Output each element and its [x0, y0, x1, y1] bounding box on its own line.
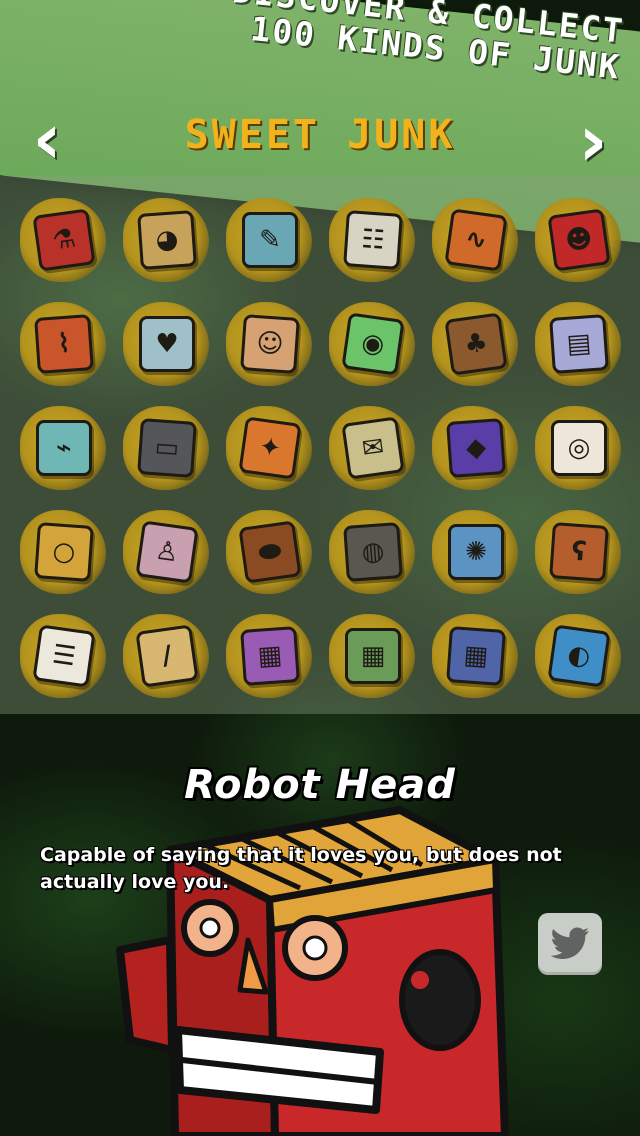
prev-category-button[interactable]: ‹ [24, 104, 70, 174]
green-notebook-icon: ▦ [345, 628, 401, 684]
junk-slot[interactable]: ✉ [323, 400, 421, 498]
toy-gun-icon: ✦ [238, 416, 302, 480]
chevron-left-icon: ‹ [32, 98, 62, 180]
human-face-icon: ☺ [240, 314, 300, 374]
splat-icon: ✺ [448, 524, 504, 580]
junk-slot[interactable]: ○ [14, 504, 112, 602]
junk-slot[interactable]: ◉ [323, 296, 421, 394]
purple-notebook-icon: ▦ [240, 626, 300, 686]
junk-slot[interactable]: ʕ [529, 504, 627, 602]
robot-leg-icon: ⌇ [34, 314, 94, 374]
junk-slot[interactable]: ◐ [529, 608, 627, 706]
junk-slot[interactable]: ⌇ [14, 296, 112, 394]
junk-slot[interactable]: ♥ [117, 296, 215, 394]
category-title: SWEET JUNK [184, 112, 456, 158]
junk-slot[interactable]: ▦ [323, 608, 421, 706]
act-card-icon: ✎ [242, 212, 298, 268]
junk-slot[interactable]: ✺ [426, 504, 524, 602]
frying-pan-icon: ◍ [343, 522, 403, 582]
twitter-bird-icon [550, 927, 589, 959]
blue-notebook-icon: ▦ [446, 626, 506, 686]
junk-slot[interactable]: ∿ [426, 192, 524, 290]
bigfoot-icon: ♣ [444, 312, 508, 376]
item-title: Robot Head [184, 762, 456, 808]
note-card-icon: ☰ [32, 624, 96, 688]
alien-head-icon: ◉ [341, 312, 405, 376]
junk-slot[interactable]: ▭ [117, 400, 215, 498]
junk-grid-panel: ⚗ ◕ ✎ ☷ ∿ ☻ ⌇ ♥ ☺ ◉ ♣ ▤ ⌁ ▭ ✦ ✉ ◆ ◎ ○ ♙ ⬬ ◍ ✺ ʕ ☰ / ▦ ▦ ▦ ◐ [0, 176, 640, 714]
junk-slot[interactable]: ◍ [323, 504, 421, 602]
eyeball-icon: ◎ [551, 420, 607, 476]
junk-slot[interactable]: ▦ [220, 608, 318, 706]
gold-ring-icon: ○ [34, 522, 94, 582]
junk-slot[interactable]: ♙ [117, 504, 215, 602]
junk-slot[interactable]: ✦ [220, 400, 318, 498]
junk-slot[interactable]: ✎ [220, 192, 318, 290]
anatomical-heart-icon: ♥ [139, 316, 195, 372]
junk-slot[interactable]: ▦ [426, 608, 524, 706]
cracked-screen-icon: ⌁ [36, 420, 92, 476]
robot-head-icon: ☻ [547, 208, 611, 272]
junk-slot[interactable]: ⬬ [220, 504, 318, 602]
junk-slot[interactable]: ◎ [529, 400, 627, 498]
junk-slot[interactable]: ☺ [220, 296, 318, 394]
purple-gem-icon: ◆ [446, 418, 506, 478]
usb-stick-icon: ▭ [137, 418, 197, 478]
treasure-map-icon: ✉ [341, 416, 405, 480]
magazine-icon: ☷ [343, 210, 403, 270]
junk-slot[interactable]: ▤ [529, 296, 627, 394]
junk-slot[interactable]: ♣ [426, 296, 524, 394]
junk-slot[interactable]: / [117, 608, 215, 706]
share-twitter-button[interactable] [538, 913, 602, 975]
teddy-bear-icon: ʕ [549, 522, 609, 582]
junk-slot[interactable]: ◆ [426, 400, 524, 498]
muffin-card-icon: ◕ [137, 210, 197, 270]
junk-grid: ⚗ ◕ ✎ ☷ ∿ ☻ ⌇ ♥ ☺ ◉ ♣ ▤ ⌁ ▭ ✦ ✉ ◆ ◎ ○ ♙ ⬬ ◍ ✺ ʕ ☰ / ▦ ▦ ▦ ◐ [14, 192, 626, 710]
stick-icon: / [135, 624, 199, 688]
old-phone-icon: ▤ [549, 314, 609, 374]
junk-slot[interactable]: ⌁ [14, 400, 112, 498]
junk-slot[interactable]: ☻ [529, 192, 627, 290]
chevron-right-icon: › [578, 100, 608, 182]
junk-slot[interactable]: ◕ [117, 192, 215, 290]
earth-core-icon: ◐ [547, 624, 611, 688]
junk-slot[interactable]: ⚗ [14, 192, 112, 290]
coffin-icon: ⬬ [238, 520, 302, 584]
junk-slot[interactable]: ☰ [14, 608, 112, 706]
next-category-button[interactable]: › [570, 106, 616, 176]
lamp-icon: ♙ [135, 520, 199, 584]
robot-arm-icon: ∿ [444, 208, 508, 272]
science-book-icon: ⚗ [32, 208, 96, 272]
item-description: Capable of saying that it loves you, but… [40, 844, 562, 893]
junk-slot[interactable]: ☷ [323, 192, 421, 290]
